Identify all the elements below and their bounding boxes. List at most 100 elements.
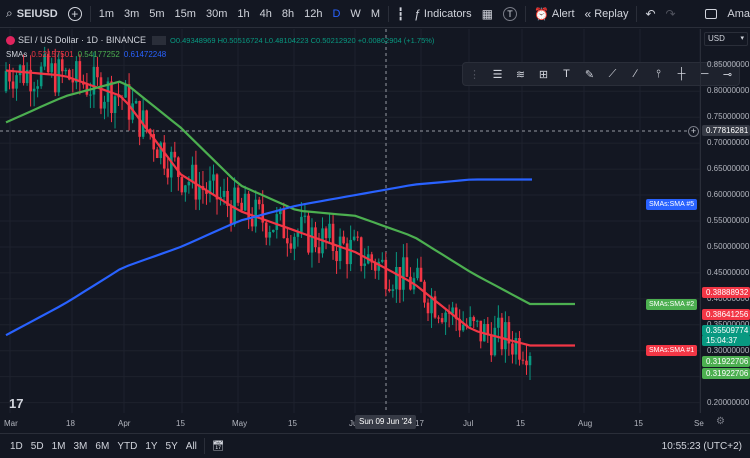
candle-body bbox=[328, 223, 331, 239]
symbol-logo bbox=[6, 35, 15, 45]
redo-button[interactable]: ↷ bbox=[661, 0, 681, 28]
interval-3m[interactable]: 3m bbox=[119, 0, 144, 28]
candle-body bbox=[384, 259, 388, 290]
candle-body bbox=[113, 96, 117, 114]
alert-button[interactable]: ⏰ Alert bbox=[529, 0, 580, 28]
currency-select[interactable]: USD ▾ bbox=[704, 32, 748, 46]
range-5d[interactable]: 5D bbox=[27, 441, 48, 452]
range-1m[interactable]: 1M bbox=[48, 441, 70, 452]
candle-body bbox=[380, 259, 384, 262]
drag-handle-icon[interactable]: ⋮ bbox=[466, 65, 484, 83]
t-circle-icon: T bbox=[502, 6, 517, 21]
candle-body bbox=[229, 205, 233, 225]
interval-12h[interactable]: 12h bbox=[299, 0, 327, 28]
vertical-line-icon[interactable]: ⫯ bbox=[650, 65, 668, 83]
interval-4h[interactable]: 4h bbox=[255, 0, 277, 28]
rewind-icon: « bbox=[584, 6, 592, 21]
candle-body bbox=[289, 243, 293, 249]
time-scale[interactable]: Mar 18 Apr 15 May 15 Ju 17 Jul 15 Aug 15 Se Sun 09 J… bbox=[0, 413, 704, 433]
account-label[interactable]: Ama bbox=[722, 0, 750, 28]
replay-button[interactable]: « Replay bbox=[580, 0, 634, 28]
templates-button[interactable]: ▦ bbox=[477, 0, 498, 28]
range-5y[interactable]: 5Y bbox=[162, 441, 182, 452]
interval-15m[interactable]: 15m bbox=[170, 0, 201, 28]
candle-body bbox=[254, 199, 257, 227]
candle-body bbox=[89, 94, 92, 96]
interval-1m[interactable]: 1m bbox=[94, 0, 119, 28]
tradingview-logo[interactable]: 17 bbox=[9, 396, 23, 411]
range-1y[interactable]: 1Y bbox=[141, 441, 161, 452]
candle-body bbox=[402, 257, 405, 290]
layout-button[interactable] bbox=[700, 0, 722, 28]
brush-icon[interactable]: ✎ bbox=[581, 65, 599, 83]
candle-body bbox=[99, 77, 103, 109]
candle-body bbox=[222, 190, 226, 197]
symbol-search[interactable]: ⌕ SEIUSD bbox=[0, 0, 63, 28]
crosshair-icon[interactable]: ┼ bbox=[673, 65, 691, 83]
candle-body bbox=[352, 236, 356, 240]
range-6m[interactable]: 6M bbox=[91, 441, 113, 452]
candle-body bbox=[64, 69, 68, 72]
candle-body bbox=[124, 84, 127, 98]
candle-body bbox=[15, 75, 18, 89]
price-scale[interactable]: USD ▾ 0.85000000 0.80000000 0.75000000 0.70… bbox=[700, 29, 750, 413]
range-all[interactable]: All bbox=[182, 441, 201, 452]
settings-icon[interactable]: ⚙ bbox=[716, 416, 725, 427]
curve-icon[interactable]: ≋ bbox=[512, 65, 530, 83]
range-ytd[interactable]: YTD bbox=[113, 441, 141, 452]
range-1d[interactable]: 1D bbox=[6, 441, 27, 452]
price-label: 0.38888932 bbox=[702, 287, 750, 298]
time-tick: Aug bbox=[578, 419, 593, 428]
candle-body bbox=[4, 70, 8, 92]
frame-icon[interactable]: ⊞ bbox=[535, 65, 553, 83]
pencil-icon[interactable]: ∕ bbox=[627, 65, 645, 83]
time-tick: 15 bbox=[288, 419, 297, 428]
interval-30m[interactable]: 30m bbox=[201, 0, 232, 28]
redo-icon: ↷ bbox=[665, 6, 676, 21]
time-tick: Jul bbox=[463, 419, 474, 428]
interval-M[interactable]: M bbox=[366, 0, 385, 28]
highlighter-icon[interactable]: ⟋ bbox=[604, 65, 622, 83]
text-icon[interactable]: T bbox=[558, 65, 576, 83]
indicators-button[interactable]: ƒ Indicators bbox=[409, 0, 476, 28]
candle-body bbox=[240, 202, 243, 211]
goto-date-button[interactable]: 📅︎ bbox=[208, 441, 229, 452]
price-tick: 0.20000000 bbox=[707, 397, 750, 407]
divider bbox=[524, 5, 526, 22]
chart-legend: SEI / US Dollar · 1D · BINANCE O0.493489… bbox=[6, 33, 434, 61]
price-tick: 0.75000000 bbox=[707, 112, 750, 122]
object-tree-button[interactable]: T bbox=[498, 0, 522, 28]
candle-body bbox=[511, 343, 514, 355]
clock-label[interactable]: 10:55:23 (UTC+2) bbox=[658, 441, 750, 452]
interval-1h[interactable]: 1h bbox=[232, 0, 254, 28]
time-tick: 18 bbox=[66, 419, 75, 428]
candle-body bbox=[36, 86, 39, 89]
candle-body bbox=[50, 63, 54, 73]
sma-value-1: 0.52157501 bbox=[31, 49, 74, 59]
chart-pane[interactable] bbox=[0, 29, 701, 413]
interval-8h[interactable]: 8h bbox=[277, 0, 299, 28]
price-tick: 0.55000000 bbox=[707, 216, 750, 225]
legend-sma-row[interactable]: SMAs 0.52157501 0.54177252 0.61472248 bbox=[6, 47, 434, 61]
price-chart[interactable] bbox=[0, 29, 701, 413]
candle-body bbox=[264, 222, 268, 238]
undo-button[interactable]: ↶ bbox=[640, 0, 660, 28]
chart-type-button[interactable]: ┇ bbox=[392, 0, 409, 28]
candle-body bbox=[180, 176, 184, 193]
lines-icon[interactable]: ☰ bbox=[489, 65, 507, 83]
interval-D[interactable]: D bbox=[327, 0, 345, 28]
crosshair-add-button[interactable]: + bbox=[688, 126, 699, 137]
price-tick: 0.60000000 bbox=[707, 190, 750, 200]
candle-body bbox=[395, 266, 398, 290]
indicators-label: Indicators bbox=[423, 7, 472, 20]
interval-W[interactable]: W bbox=[345, 0, 365, 28]
interval-5m[interactable]: 5m bbox=[144, 0, 169, 28]
candle-body bbox=[310, 227, 314, 253]
candle-body bbox=[518, 338, 521, 360]
price-label: 0.31922706 bbox=[702, 368, 750, 379]
candle-body bbox=[293, 236, 296, 249]
symbol-label: SEIUSD bbox=[16, 7, 58, 20]
range-3m[interactable]: 3M bbox=[70, 441, 92, 452]
time-tick: 17 bbox=[415, 419, 424, 428]
compare-button[interactable]: + bbox=[63, 0, 87, 28]
